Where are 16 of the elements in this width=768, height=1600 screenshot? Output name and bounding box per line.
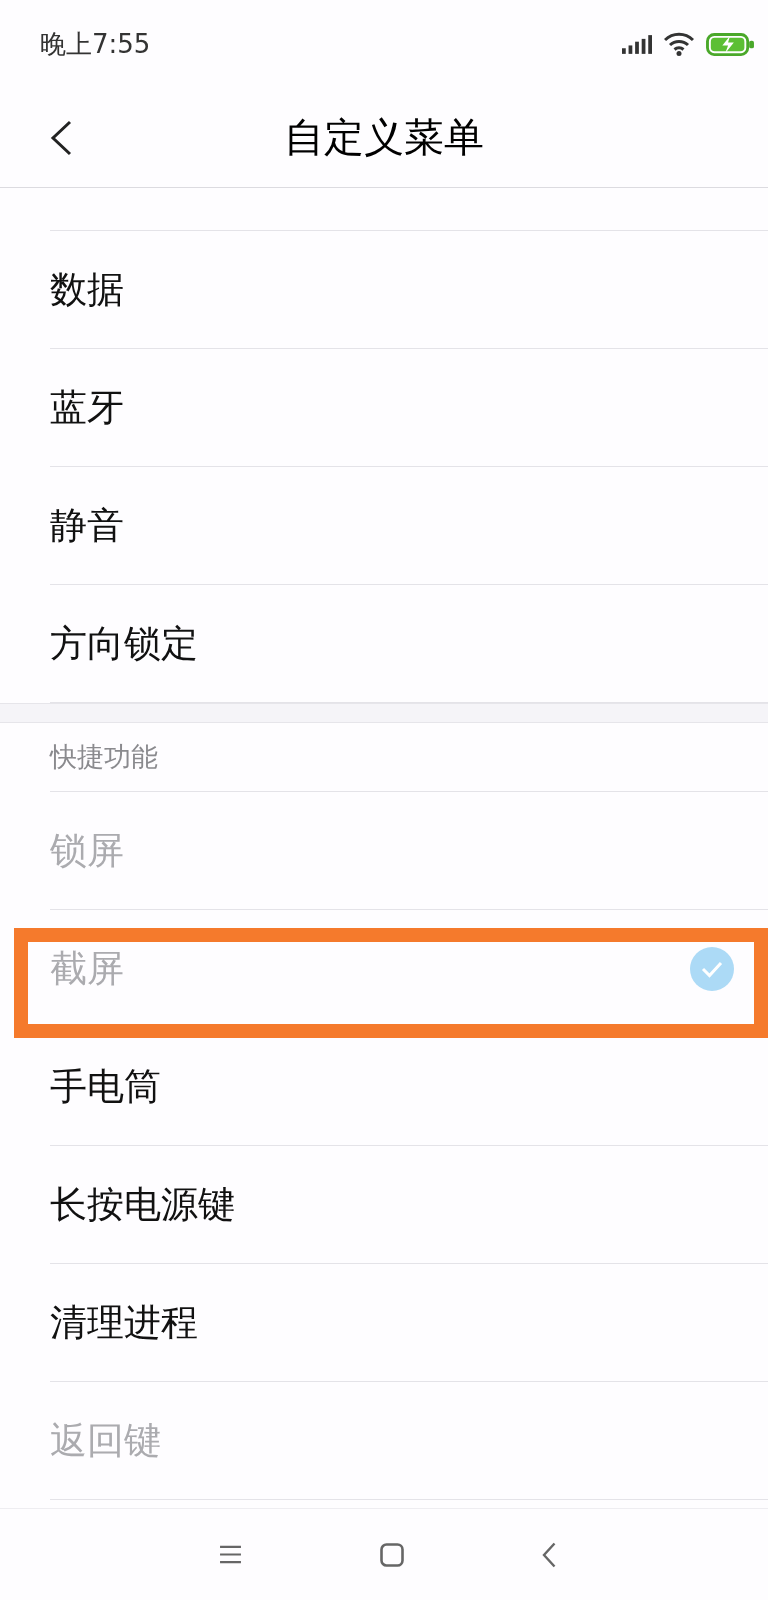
section-heading: 快捷功能 (50, 740, 158, 774)
menu-item[interactable]: 数据 (50, 231, 768, 349)
signal-icon (622, 34, 652, 54)
back-icon[interactable] (542, 1541, 556, 1568)
page-title: 自定义菜单 (283, 113, 485, 162)
battery-charging-icon (706, 32, 754, 56)
menu-icon[interactable] (219, 1545, 242, 1564)
menu-item[interactable]: 长按电源键 (50, 1146, 768, 1264)
menu-item[interactable]: 清理进程 (50, 1264, 768, 1382)
menu-item[interactable]: 静音 (50, 467, 768, 585)
wifi-icon (664, 32, 694, 56)
status-time: 晚上7:55 (40, 27, 151, 61)
menu-item[interactable]: 手电筒 (50, 1028, 768, 1146)
back-chevron-icon (50, 119, 72, 156)
home-square-icon[interactable] (380, 1542, 404, 1567)
menu-item[interactable]: 蓝牙 (50, 349, 768, 467)
